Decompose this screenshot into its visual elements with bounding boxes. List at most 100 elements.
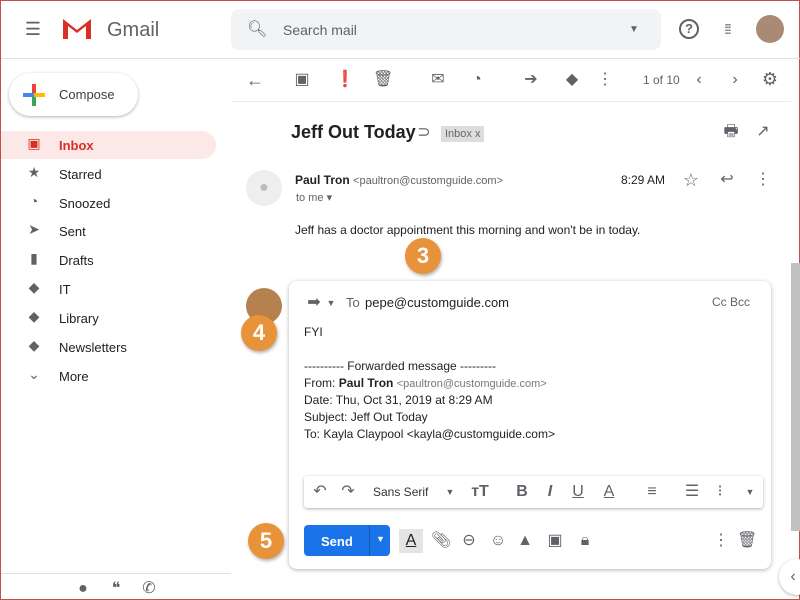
search-icon[interactable]: 🔍︎ [247,20,267,40]
divider [1,573,231,574]
bold-icon[interactable]: B [512,482,532,502]
sidebar-item-starred[interactable]: ★ Starred [1,160,216,188]
trash-icon[interactable]: 🗑︎ [373,70,393,90]
star-icon: ★ [27,164,41,180]
clock-icon: ◔ [29,193,39,209]
divider [231,101,791,102]
app-name: Gmail [107,19,160,41]
importance-icon[interactable]: ⊃ [414,123,434,143]
align-icon[interactable]: ≡ [642,482,662,502]
confidential-mode-icon[interactable]: 🔒︎ [575,531,595,551]
from-name: Paul Tron [338,376,394,390]
inbox-label-badge[interactable]: Inbox x [441,126,485,142]
more-icon[interactable]: ⋮ [753,170,773,190]
formatting-toolbar: ↶ ↷ Sans Serif ▼ ᴛT B I U A ≡ ☰ ⁝ ▼ [304,476,763,508]
back-icon[interactable]: ← [245,70,265,90]
print-icon[interactable]: 🖶 [721,122,741,142]
sender-email: <paultron@customguide.com> [353,175,504,187]
link-icon[interactable]: ⊖ [459,531,479,551]
italic-icon[interactable]: I [540,482,560,502]
underline-icon[interactable]: U [568,482,588,502]
search-input[interactable]: 🔍︎ Search mail ▼ [231,9,661,50]
avatar[interactable] [756,15,784,43]
hangouts-icon[interactable]: ❝ [106,579,126,599]
forwarded-date: Date: Thu, Oct 31, 2019 at 8:29 AM [304,393,493,407]
sidebar-item-drafts[interactable]: ▮ Drafts [1,246,216,274]
bulleted-list-icon[interactable]: ⁝ [710,482,730,502]
discard-draft-icon[interactable]: 🗑︎ [737,531,757,551]
label-icon: ◆ [28,337,40,353]
remove-label-icon[interactable]: x [475,128,481,140]
label-icon[interactable]: ◆ [562,70,582,90]
more-icon[interactable]: ⋮ [595,70,615,90]
redo-icon[interactable]: ↷ [338,482,358,502]
from-label: From: [304,376,336,390]
star-icon[interactable]: ☆ [681,170,701,190]
send-button[interactable]: Send ▼ [304,525,390,556]
drive-icon[interactable]: ▲ [515,531,535,551]
sidebar-item-more[interactable]: ⌄ More [1,362,216,390]
sidebar-item-newsletters[interactable]: ◆ Newsletters [1,333,216,361]
text-color-icon[interactable]: A [599,482,619,502]
sidebar-item-snoozed[interactable]: ◔ Snoozed [1,189,216,217]
undo-icon[interactable]: ↶ [310,482,330,502]
to-me: to me [296,192,324,204]
recipient-details[interactable]: to me ▾ [296,191,332,204]
archive-icon[interactable]: ▣ [292,70,312,90]
plus-icon [23,84,45,106]
compose-button[interactable]: Compose [9,73,138,116]
header: ☰ Gmail 🔍︎ Search mail ▼ ? ⁞⁞⁞ [1,1,800,59]
mark-unread-icon[interactable]: ✉ [428,70,448,90]
search-placeholder: Search mail [283,22,357,38]
font-select[interactable]: Sans Serif [373,485,428,499]
font-size-icon[interactable]: ᴛT [470,482,490,502]
more-formatting-icon[interactable]: ▼ [740,482,760,502]
snooze-icon[interactable]: ◔ [467,70,487,90]
email-body: Jeff has a doctor appointment this morni… [295,223,641,237]
help-icon[interactable]: ? [679,19,699,39]
response-type-dropdown-icon[interactable]: ▼ [321,293,341,313]
chevron-down-icon: ⌄ [28,366,40,382]
move-to-icon[interactable]: ➔ [521,70,541,90]
search-options-icon[interactable]: ▼ [624,20,644,40]
sender-avatar: ● [246,170,282,206]
sidebar-item-it[interactable]: ◆ IT [1,275,216,303]
newer-icon[interactable]: › [725,70,745,90]
sidebar-item-inbox[interactable]: ▣ Inbox [1,131,216,159]
label-icon: ◆ [28,308,40,324]
gmail-logo[interactable] [61,17,93,41]
side-panel-toggle[interactable]: ‹ [779,559,800,595]
sidebar-item-label: Starred [59,167,102,182]
apps-icon[interactable]: ⁞⁞⁞ [717,19,737,39]
attach-icon[interactable]: 📎︎ [431,531,451,551]
send-options-icon[interactable]: ▼ [376,534,385,544]
message-text: FYI [304,325,323,339]
settings-icon[interactable]: ⚙ [760,69,780,89]
photo-icon[interactable]: ▣ [545,531,565,551]
chevron-left-icon: ‹ [790,568,796,585]
send-label: Send [321,534,353,549]
sidebar-item-sent[interactable]: ➤ Sent [1,217,216,245]
font-dropdown-icon[interactable]: ▼ [440,482,460,502]
contacts-icon[interactable]: ● [73,579,93,599]
older-icon[interactable]: ‹ [689,70,709,90]
emoji-icon[interactable]: ☺ [488,531,508,551]
numbered-list-icon[interactable]: ☰ [682,482,702,502]
phone-icon[interactable]: ✆ [139,579,159,599]
reply-icon[interactable]: ↩ [717,170,737,190]
more-options-icon[interactable]: ⋮ [711,531,731,551]
callout-3: 3 [405,238,441,274]
scrollbar[interactable] [791,263,800,531]
to-field[interactable]: pepe@customguide.com [365,295,695,310]
menu-icon[interactable]: ☰ [23,19,43,39]
open-new-window-icon[interactable]: ↗ [753,122,773,142]
callout-5: 5 [248,523,284,559]
divider [369,525,370,556]
sidebar-item-library[interactable]: ◆ Library [1,304,216,332]
sidebar-item-label: Library [59,311,99,326]
report-spam-icon[interactable]: ❗ [335,70,355,90]
sender-name: Paul Tron [295,173,350,187]
formatting-options-icon[interactable]: A [399,529,423,553]
sidebar-item-label: More [59,369,89,384]
cc-bcc-link[interactable]: Cc Bcc [712,295,750,309]
